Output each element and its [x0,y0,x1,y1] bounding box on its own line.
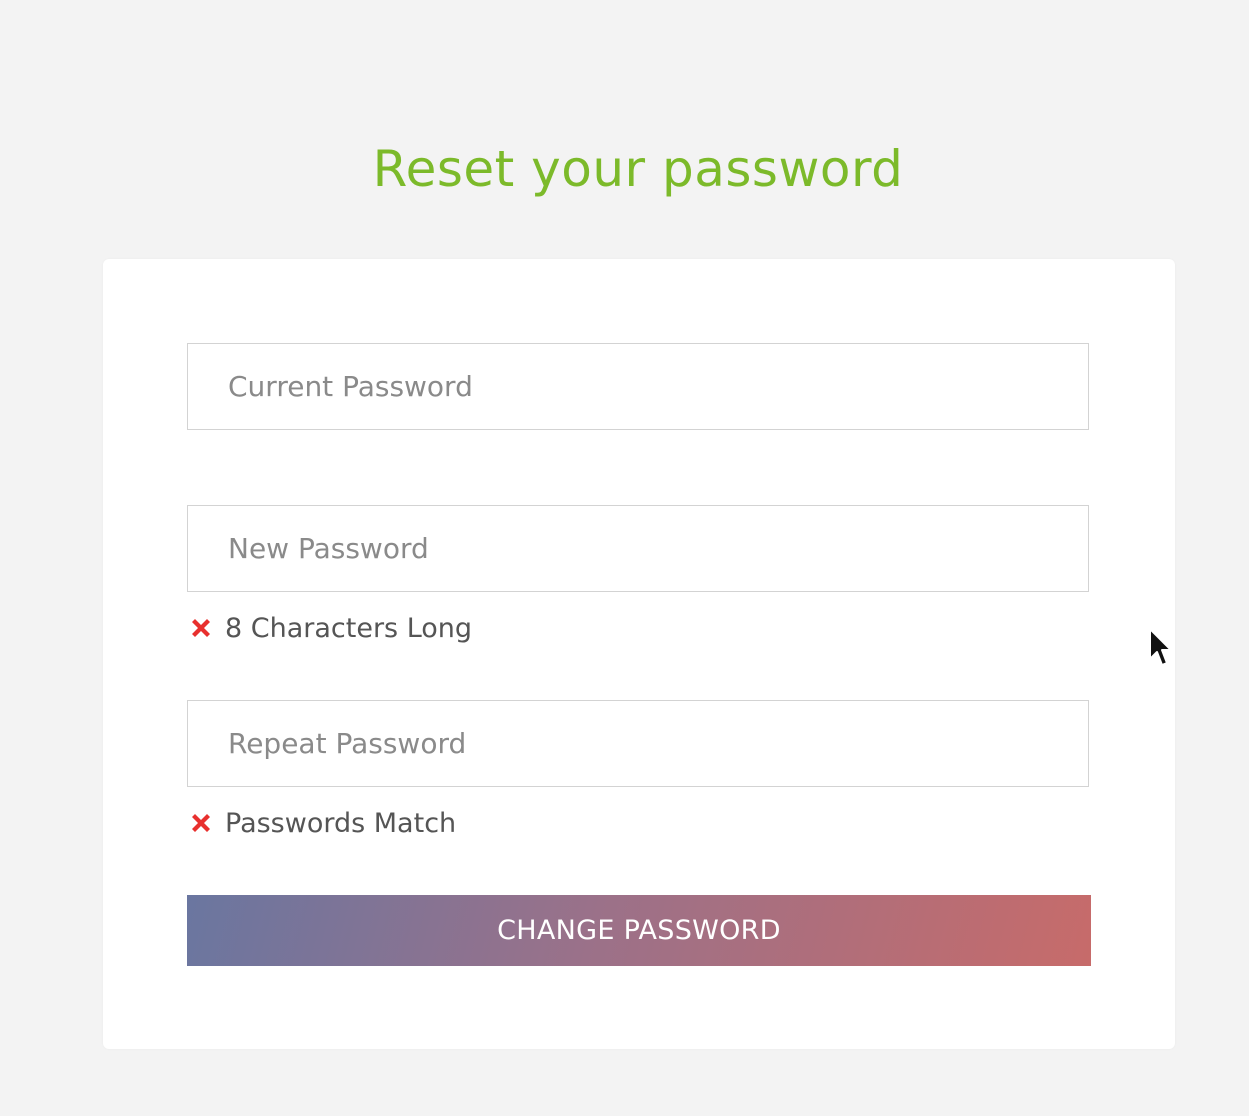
change-password-button[interactable]: CHANGE PASSWORD [187,895,1091,966]
length-requirement-label: 8 Characters Long [225,612,473,644]
mouse-pointer-icon [1148,627,1174,669]
new-password-field[interactable] [187,505,1089,592]
length-requirement: 8 Characters Long [189,612,472,644]
match-requirement-label: Passwords Match [225,807,457,839]
x-mark-icon [189,811,213,835]
reset-password-card: 8 Characters Long Passwords Match CHANGE… [103,259,1175,1049]
x-mark-icon [189,616,213,640]
repeat-password-field[interactable] [187,700,1089,787]
match-requirement: Passwords Match [189,807,456,839]
current-password-field[interactable] [187,343,1089,430]
page-title: Reset your password [372,139,904,198]
